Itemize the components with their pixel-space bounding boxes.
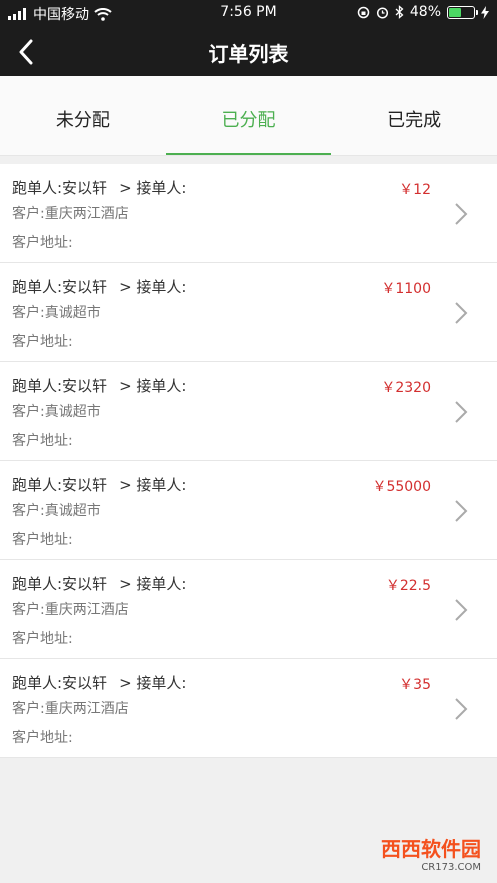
order-price: ￥35 <box>399 677 431 693</box>
watermark-text: 西西软件园 <box>381 837 481 861</box>
order-price: ￥55000 <box>372 479 431 495</box>
rotation-lock-icon <box>357 6 370 18</box>
runner-label: 跑单人:安以轩 <box>12 476 108 494</box>
alarm-icon <box>376 6 388 19</box>
runner-label: 跑单人:安以轩 <box>12 278 108 296</box>
order-price: ￥1100 <box>381 281 431 297</box>
address-label: 客户地址: <box>12 433 73 449</box>
tab-unassigned[interactable]: 未分配 <box>0 76 166 155</box>
address-label: 客户地址: <box>12 532 73 548</box>
customer-label: 客户:重庆两江酒店 <box>12 206 129 222</box>
customer-label: 客户:真诚超市 <box>12 503 101 519</box>
order-assignees: 跑单人:安以轩 > 接单人: <box>12 573 186 594</box>
tab-bar: 未分配 已分配 已完成 <box>0 76 497 156</box>
address-label: 客户地址: <box>12 235 73 251</box>
order-assignees: 跑单人:安以轩 > 接单人: <box>12 276 186 297</box>
page-title: 订单列表 <box>208 42 289 66</box>
chevron-right-icon <box>455 698 468 720</box>
chevron-right-icon <box>455 500 468 522</box>
chevron-right-icon <box>455 401 468 423</box>
watermark-logo: 西西软件园 CR173.COM <box>381 833 481 873</box>
order-row[interactable]: 跑单人:安以轩 > 接单人: 客户:重庆两江酒店 客户地址: ￥12 <box>0 164 497 263</box>
runner-label: 跑单人:安以轩 <box>12 674 108 692</box>
status-right: 48% <box>357 4 489 20</box>
order-row[interactable]: 跑单人:安以轩 > 接单人: 客户:重庆两江酒店 客户地址: ￥22.5 <box>0 560 497 659</box>
order-row[interactable]: 跑单人:安以轩 > 接单人: 客户:真诚超市 客户地址: ￥55000 <box>0 461 497 560</box>
order-price: ￥22.5 <box>385 578 431 594</box>
battery-percent: 48% <box>409 4 441 20</box>
chevron-right-icon <box>455 599 468 621</box>
order-assignees: 跑单人:安以轩 > 接单人: <box>12 672 186 693</box>
chevron-right-icon <box>455 302 468 324</box>
tab-assigned[interactable]: 已分配 <box>165 76 332 155</box>
order-price: ￥12 <box>399 182 431 198</box>
battery-icon <box>447 5 478 19</box>
order-row[interactable]: 跑单人:安以轩 > 接单人: 客户:真诚超市 客户地址: ￥1100 <box>0 263 497 362</box>
customer-label: 客户:真诚超市 <box>12 404 101 420</box>
tab-completed[interactable]: 已完成 <box>331 76 497 155</box>
order-row[interactable]: 跑单人:安以轩 > 接单人: 客户:重庆两江酒店 客户地址: ￥35 <box>0 659 497 758</box>
customer-label: 客户:重庆两江酒店 <box>12 602 129 618</box>
address-label: 客户地址: <box>12 730 73 746</box>
battery-level <box>449 7 461 17</box>
runner-label: 跑单人:安以轩 <box>12 179 108 197</box>
order-assignees: 跑单人:安以轩 > 接单人: <box>12 474 186 495</box>
address-label: 客户地址: <box>12 631 73 647</box>
order-list: 跑单人:安以轩 > 接单人: 客户:重庆两江酒店 客户地址: ￥12 跑单人:安以… <box>0 164 497 758</box>
order-price: ￥2320 <box>381 380 431 396</box>
order-assignees: 跑单人:安以轩 > 接单人: <box>12 177 186 198</box>
runner-label: 跑单人:安以轩 <box>12 377 108 395</box>
runner-label: 跑单人:安以轩 <box>12 575 108 593</box>
status-bar: 中国移动 7:56 PM 48% <box>0 0 497 26</box>
watermark-domain: CR173.COM <box>421 862 481 873</box>
receiver-label: > 接单人: <box>119 278 187 296</box>
bluetooth-icon <box>395 5 404 19</box>
nav-bar: 订单列表 <box>0 26 497 76</box>
receiver-label: > 接单人: <box>119 377 187 395</box>
address-label: 客户地址: <box>12 334 73 350</box>
receiver-label: > 接单人: <box>119 179 187 197</box>
receiver-label: > 接单人: <box>119 476 187 494</box>
customer-label: 客户:重庆两江酒店 <box>12 701 129 717</box>
charging-icon <box>481 5 489 19</box>
receiver-label: > 接单人: <box>119 674 187 692</box>
customer-label: 客户:真诚超市 <box>12 305 101 321</box>
receiver-label: > 接单人: <box>119 575 187 593</box>
order-assignees: 跑单人:安以轩 > 接单人: <box>12 375 186 396</box>
chevron-right-icon <box>455 203 468 225</box>
order-row[interactable]: 跑单人:安以轩 > 接单人: 客户:真诚超市 客户地址: ￥2320 <box>0 362 497 461</box>
